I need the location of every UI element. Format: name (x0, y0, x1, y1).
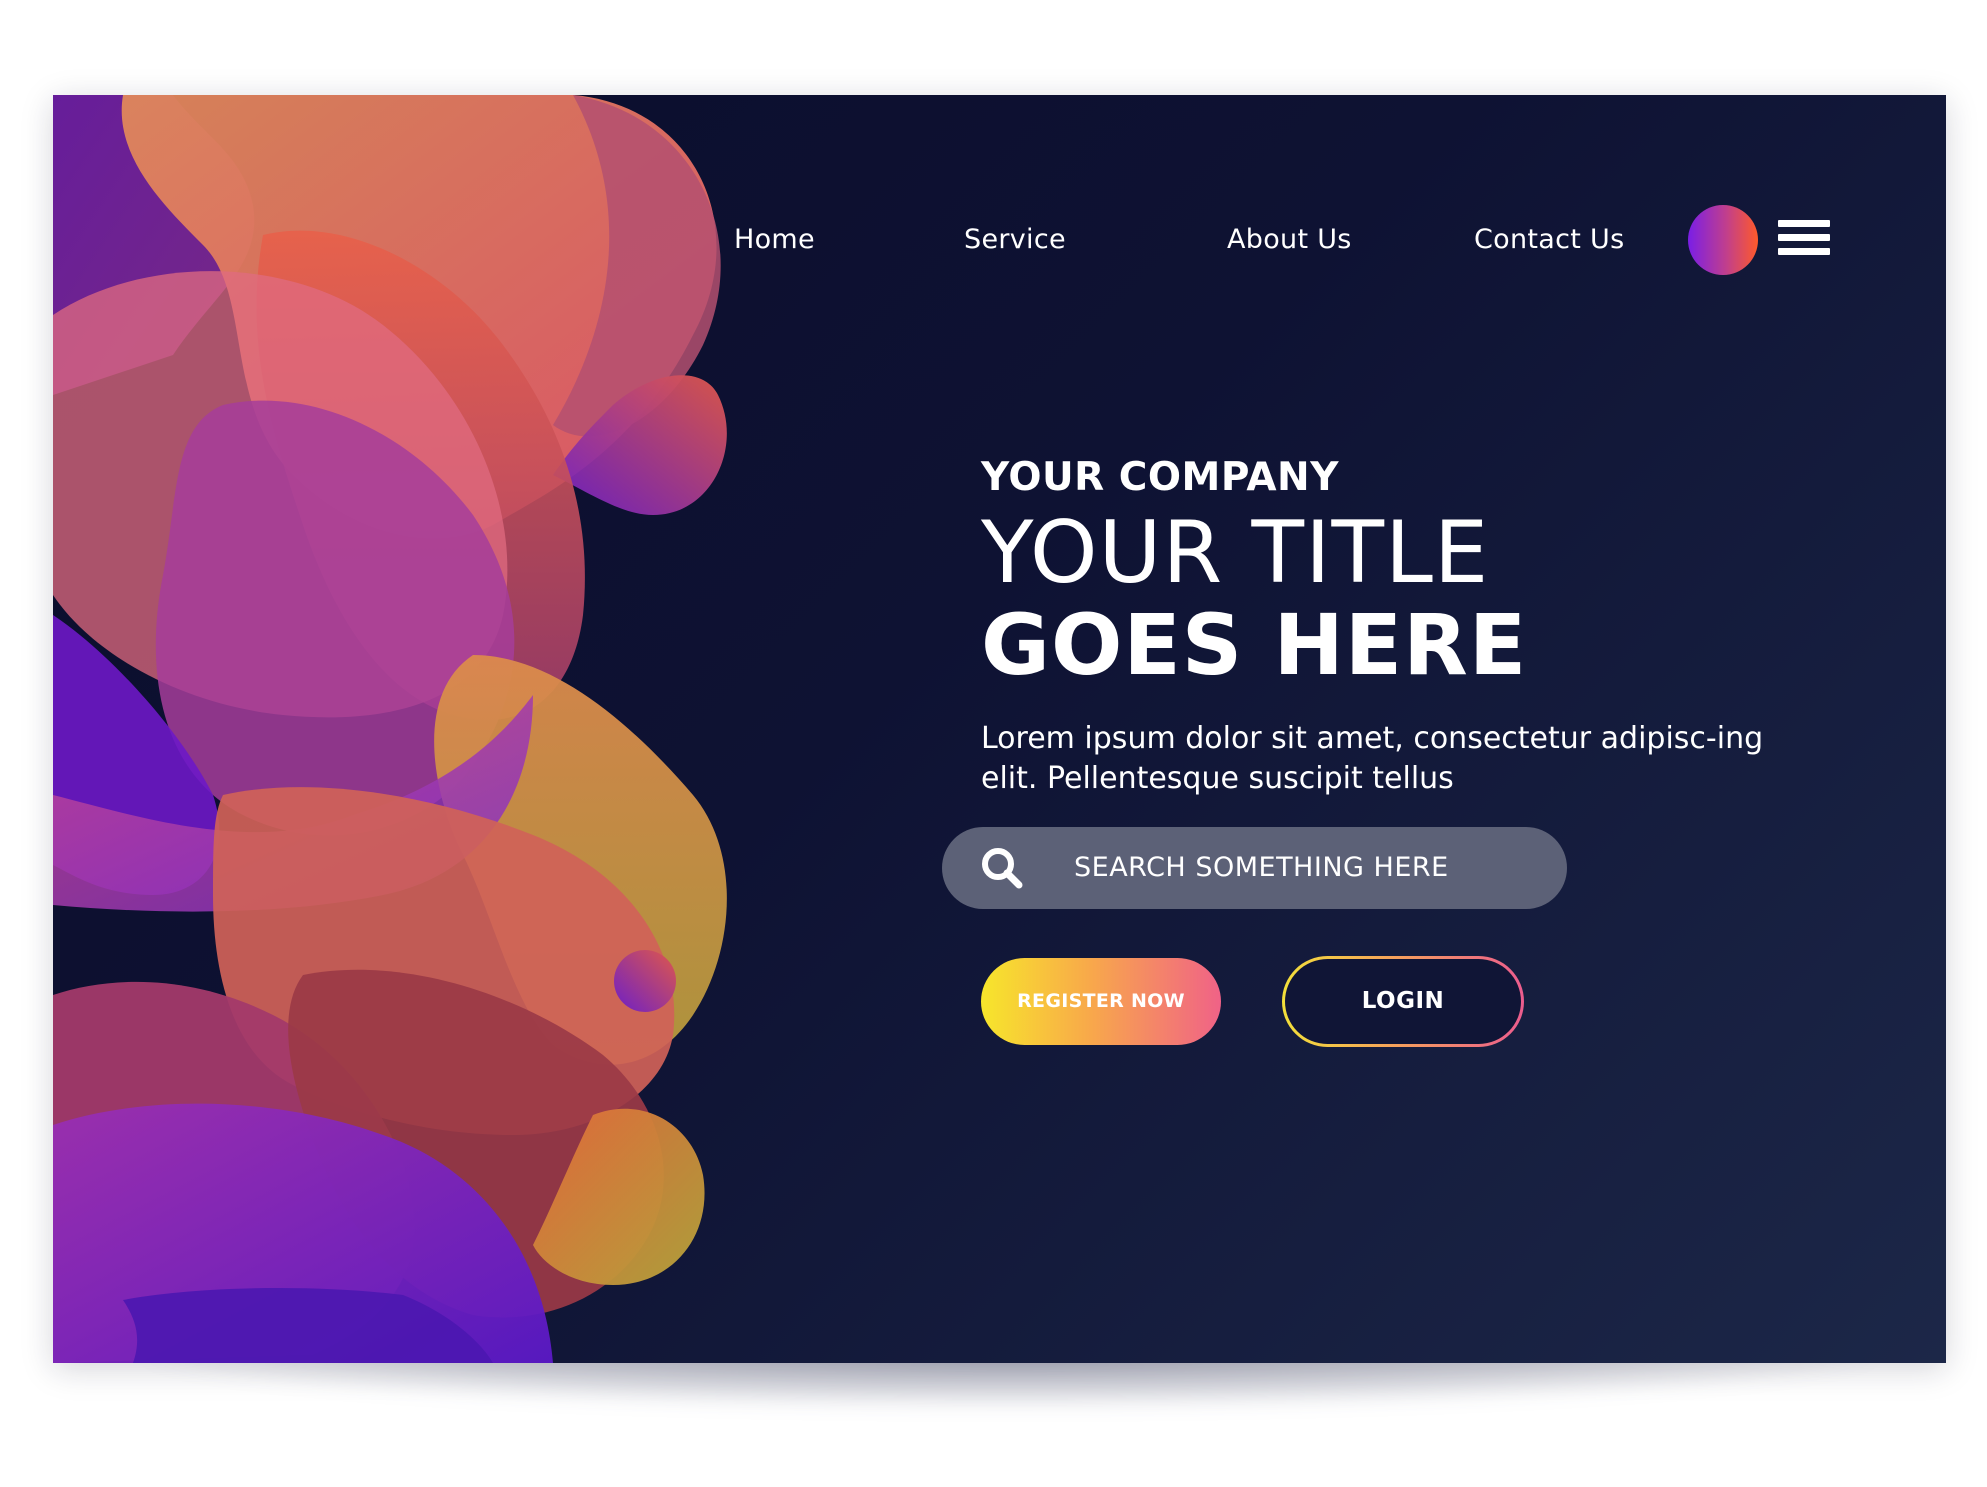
hero-description: Lorem ipsum dolor sit amet, consectetur … (981, 721, 1764, 796)
hero-section: YOUR COMPANY YOUR TITLE GOES HERE Lorem … (981, 455, 1881, 799)
company-name: YOUR COMPANY (981, 455, 1339, 500)
hero-title-line-2: GOES HERE (981, 596, 1528, 694)
decorative-blobs (53, 95, 727, 1363)
nav-link-about-us[interactable]: About Us (1227, 200, 1352, 280)
search-input[interactable]: SEARCH SOMETHING HERE (942, 827, 1567, 909)
nav-link-home[interactable]: Home (734, 200, 815, 280)
menu-bar (1778, 248, 1830, 255)
search-icon (982, 848, 1023, 889)
search-placeholder: SEARCH SOMETHING HERE (1074, 852, 1449, 883)
hero-title-line-1: YOUR TITLE (981, 503, 1490, 603)
nav-link-contact-us[interactable]: Contact Us (1474, 200, 1624, 280)
top-navigation: Home Service About Us Contact Us (53, 200, 1946, 280)
landing-page-card: Home Service About Us Contact Us YOUR CO… (53, 95, 1946, 1363)
menu-bar (1778, 234, 1830, 241)
login-button-label: LOGIN (1285, 959, 1521, 1044)
avatar[interactable] (1688, 205, 1758, 275)
page-canvas: Home Service About Us Contact Us YOUR CO… (0, 0, 1987, 1487)
nav-link-service[interactable]: Service (964, 200, 1066, 280)
login-button[interactable]: LOGIN (1282, 956, 1524, 1047)
hamburger-menu-icon[interactable] (1778, 220, 1830, 256)
menu-bar (1778, 220, 1830, 227)
register-now-button[interactable]: REGISTER NOW (981, 958, 1221, 1045)
